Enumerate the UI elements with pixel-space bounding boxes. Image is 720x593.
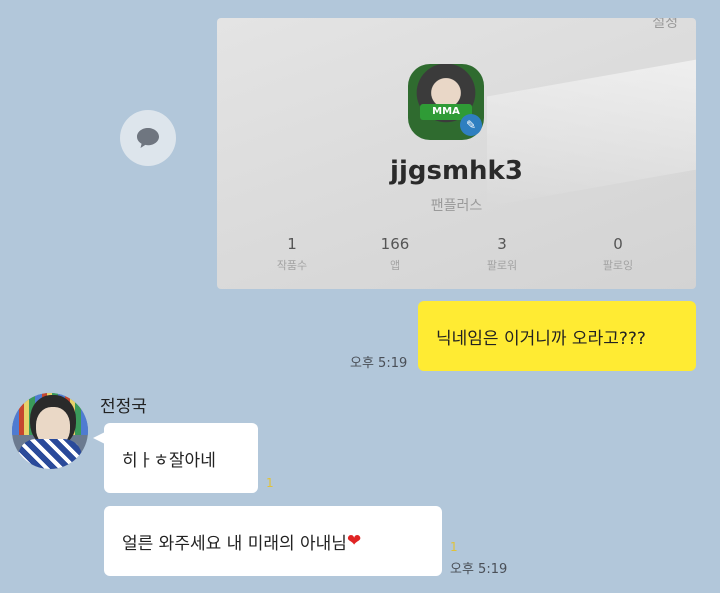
their-message-bubble[interactable]: 히ㅏㅎ잘아네 [104, 423, 258, 493]
edit-pencil-icon: ✎ [460, 114, 482, 136]
heart-emoji: ❤ [346, 531, 362, 551]
profile-stat: 166 앱 [350, 235, 440, 273]
message-time: 오후 5:19 [450, 562, 508, 577]
profile-subtitle: 팬플러스 [430, 198, 483, 214]
sender-name: 전정국 [100, 397, 147, 417]
profile-stat: 3 팔로워 [457, 235, 547, 273]
my-message-bubble[interactable]: 닉네임은 이거니까 오라고??? [418, 301, 696, 371]
their-message-bubble[interactable]: 얼른 와주세요 내 미래의 아내님 ❤ [104, 506, 442, 576]
shared-image-message[interactable]: 설정 MMA ✎ jjgsmhk3 팬플러스 1 작품수 166 앱 3 팔로워… [217, 18, 696, 289]
photo-corner-text: 설정 [652, 18, 678, 31]
message-text: 얼른 와주세요 내 미래의 아내님 [122, 533, 347, 554]
unread-count: 1 [266, 476, 274, 490]
share-button[interactable] [120, 110, 176, 166]
message-text: 히ㅏㅎ잘아네 [122, 450, 216, 471]
profile-stat: 0 팔로잉 [573, 235, 663, 273]
stat-label: 팔로워 [486, 259, 518, 272]
stat-value: 166 [380, 235, 410, 253]
message-time: 오후 5:19 [350, 356, 408, 371]
profile-name: jjgsmhk3 [390, 156, 523, 186]
profile-stat: 1 작품수 [247, 235, 337, 273]
stat-label: 팔로잉 [602, 259, 634, 272]
avatar-body [18, 439, 82, 469]
stat-value: 1 [287, 235, 297, 253]
contact-avatar[interactable] [12, 393, 88, 469]
stat-value: 0 [613, 235, 623, 253]
stat-label: 앱 [389, 259, 401, 272]
unread-count: 1 [450, 540, 458, 554]
stat-label: 작품수 [276, 259, 308, 272]
chat-bubble-icon [137, 128, 159, 148]
message-text: 닉네임은 이거니까 오라고??? [436, 328, 646, 349]
stat-value: 3 [497, 235, 507, 253]
